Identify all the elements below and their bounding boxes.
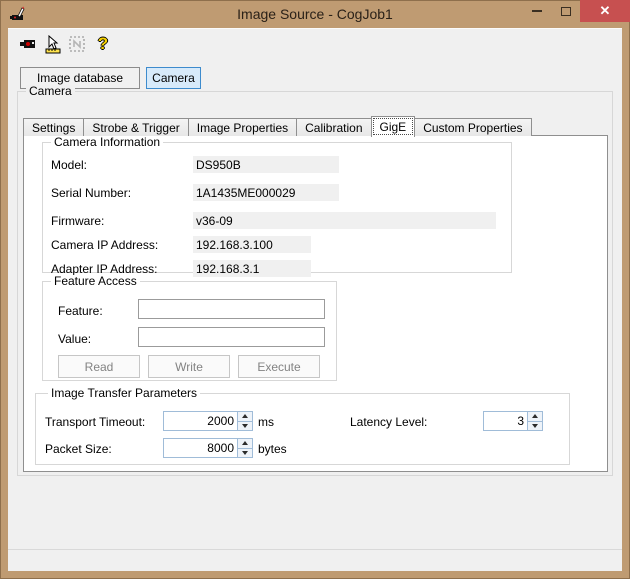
camera-groupbox-label: Camera bbox=[26, 85, 75, 98]
feature-label: Feature: bbox=[58, 304, 103, 318]
transport-timeout-unit: ms bbox=[258, 415, 274, 429]
camera-information-groupbox: Camera Information Model: DS950B Serial … bbox=[42, 136, 512, 277]
camera-button-label: Camera bbox=[152, 71, 195, 85]
tab-settings-label: Settings bbox=[32, 121, 76, 135]
down-arrow-icon bbox=[242, 423, 248, 428]
camera-ip-label: Camera IP Address: bbox=[51, 237, 159, 252]
tab-gige-label: GigE bbox=[379, 120, 407, 134]
latency-level-input[interactable] bbox=[484, 412, 527, 430]
down-arrow-icon bbox=[532, 423, 538, 428]
tab-custom-properties-label: Custom Properties bbox=[423, 121, 523, 135]
latency-level-label: Latency Level: bbox=[350, 415, 428, 429]
packet-size-up-button[interactable] bbox=[238, 439, 252, 449]
execute-button[interactable]: Execute bbox=[238, 355, 320, 378]
toolbar: ? bbox=[8, 29, 622, 61]
adapter-ip-value: 192.168.3.1 bbox=[193, 260, 311, 277]
firmware-value: v36-09 bbox=[193, 212, 496, 229]
serial-number-value: 1A1435ME000029 bbox=[193, 184, 339, 201]
live-display-button[interactable] bbox=[42, 33, 64, 55]
image-transfer-label: Image Transfer Parameters bbox=[48, 387, 201, 400]
close-button[interactable]: ✕ bbox=[580, 0, 630, 22]
up-arrow-icon bbox=[532, 414, 538, 419]
image-source-dialog: Image Source - CogJob1 ✕ ? Image databas… bbox=[0, 0, 630, 579]
camera-groupbox: Camera Settings Strobe & Trigger Image P… bbox=[17, 85, 613, 476]
value-label: Value: bbox=[58, 332, 92, 346]
write-button[interactable]: Write bbox=[148, 355, 230, 378]
latency-level-down-button[interactable] bbox=[528, 422, 542, 431]
value-input[interactable] bbox=[138, 327, 325, 347]
packet-size-label: Packet Size: bbox=[45, 442, 112, 456]
tab-strobe-trigger-label: Strobe & Trigger bbox=[92, 121, 180, 135]
minimize-icon bbox=[531, 10, 542, 12]
transport-timeout-input[interactable] bbox=[164, 412, 237, 430]
camera-information-label: Camera Information bbox=[51, 136, 164, 149]
down-arrow-icon bbox=[242, 450, 248, 455]
feature-input[interactable] bbox=[138, 299, 325, 319]
camera-ip-value: 192.168.3.100 bbox=[193, 236, 311, 253]
tab-gige[interactable]: GigE bbox=[370, 116, 416, 137]
transport-timeout-spinner bbox=[163, 411, 253, 431]
up-arrow-icon bbox=[242, 414, 248, 419]
transport-timeout-up-button[interactable] bbox=[238, 412, 252, 422]
help-button[interactable]: ? bbox=[92, 33, 114, 55]
help-icon: ? bbox=[97, 34, 109, 53]
model-label: Model: bbox=[51, 157, 88, 172]
region-tool-button-disabled[interactable] bbox=[66, 33, 88, 55]
tab-image-properties[interactable]: Image Properties bbox=[187, 118, 298, 136]
write-button-label: Write bbox=[175, 359, 203, 374]
latency-level-spin-buttons bbox=[527, 412, 542, 430]
tab-calibration[interactable]: Calibration bbox=[296, 118, 372, 136]
firmware-label: Firmware: bbox=[51, 213, 105, 228]
serial-number-label: Serial Number: bbox=[51, 185, 132, 200]
latency-level-spinner bbox=[483, 411, 543, 431]
tab-calibration-label: Calibration bbox=[305, 121, 363, 135]
gige-tabpage: Camera Information Model: DS950B Serial … bbox=[23, 135, 608, 472]
acquire-image-button[interactable] bbox=[18, 33, 40, 55]
region-grid-icon bbox=[69, 36, 85, 52]
close-icon: ✕ bbox=[599, 3, 611, 18]
latency-level-up-button[interactable] bbox=[528, 412, 542, 422]
maximize-icon bbox=[560, 6, 571, 16]
tab-settings[interactable]: Settings bbox=[23, 118, 85, 136]
feature-access-label: Feature Access bbox=[51, 275, 140, 288]
transport-timeout-down-button[interactable] bbox=[238, 422, 252, 431]
image-database-label: Image database bbox=[36, 71, 124, 85]
dialog-client-area: ? Image database Camera Camera Settings … bbox=[8, 28, 622, 571]
maximize-button[interactable] bbox=[551, 0, 580, 22]
camera-button[interactable]: Camera bbox=[146, 67, 201, 89]
minimize-button[interactable] bbox=[522, 0, 551, 22]
tab-image-properties-label: Image Properties bbox=[196, 121, 289, 135]
execute-button-label: Execute bbox=[257, 359, 301, 374]
transport-timeout-spin-buttons bbox=[237, 412, 252, 430]
window-controls: ✕ bbox=[522, 0, 630, 22]
transport-timeout-label: Transport Timeout: bbox=[45, 415, 146, 429]
title-bar: Image Source - CogJob1 ✕ bbox=[0, 0, 630, 28]
packet-size-spin-buttons bbox=[237, 439, 252, 457]
packet-size-unit: bytes bbox=[258, 442, 287, 456]
read-button-label: Read bbox=[84, 359, 114, 374]
pointer-ruler-icon bbox=[45, 34, 61, 53]
tab-custom-properties[interactable]: Custom Properties bbox=[414, 118, 532, 136]
feature-access-groupbox: Feature Access Feature: Value: Read Writ… bbox=[42, 275, 337, 381]
packet-size-spinner bbox=[163, 438, 253, 458]
status-bar bbox=[8, 549, 622, 571]
tab-strobe-trigger[interactable]: Strobe & Trigger bbox=[83, 118, 189, 136]
camera-tabstrip: Settings Strobe & Trigger Image Properti… bbox=[23, 116, 532, 137]
feature-access-buttons: Read Write Execute bbox=[58, 355, 328, 378]
image-transfer-groupbox: Image Transfer Parameters Transport Time… bbox=[35, 387, 570, 465]
packet-size-input[interactable] bbox=[164, 439, 237, 457]
read-button[interactable]: Read bbox=[58, 355, 140, 378]
up-arrow-icon bbox=[242, 441, 248, 446]
model-value: DS950B bbox=[193, 156, 339, 173]
camera-icon bbox=[20, 40, 35, 48]
packet-size-down-button[interactable] bbox=[238, 449, 252, 458]
